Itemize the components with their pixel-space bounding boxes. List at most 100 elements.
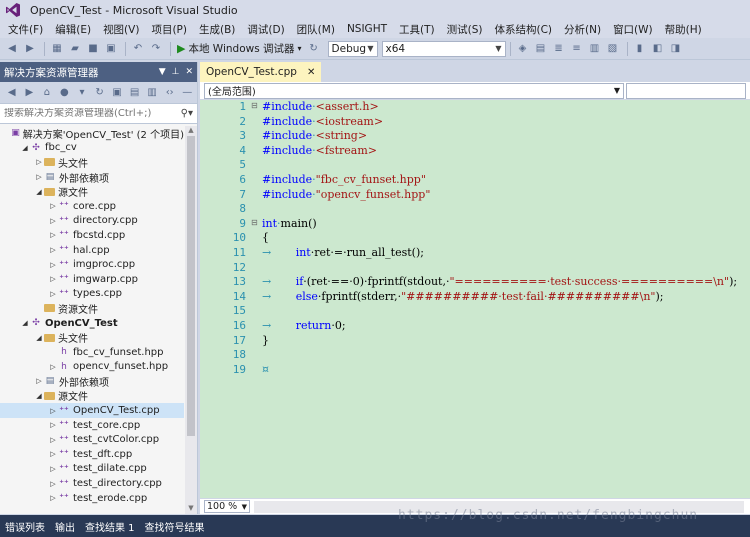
- expander-icon[interactable]: ▷: [48, 261, 58, 269]
- search-icon[interactable]: ⚲▾: [181, 108, 193, 119]
- show-all-files-icon[interactable]: ▥: [144, 85, 160, 101]
- bookmark-icon[interactable]: ▮: [632, 41, 648, 57]
- code-line[interactable]: [262, 304, 750, 319]
- expander-icon[interactable]: ▷: [34, 158, 44, 166]
- refresh-icon[interactable]: ↻: [306, 41, 322, 57]
- menu-item[interactable]: 调试(D): [241, 22, 290, 37]
- expander-icon[interactable]: ▷: [48, 290, 58, 298]
- menu-item[interactable]: 文件(F): [2, 22, 49, 37]
- bottom-tab[interactable]: 查找符号结果: [140, 519, 210, 534]
- expander-icon[interactable]: ▷: [48, 436, 58, 444]
- collapse-all-icon[interactable]: ▣: [109, 85, 125, 101]
- forward-icon[interactable]: ▶: [22, 41, 38, 57]
- code-line[interactable]: #include·<fstream>: [262, 144, 750, 159]
- menu-item[interactable]: 帮助(H): [659, 22, 708, 37]
- expander-icon[interactable]: ◢: [20, 144, 30, 152]
- tree-item[interactable]: ◢ 源文件: [0, 389, 184, 403]
- bottom-tab[interactable]: 查找结果 1: [80, 519, 140, 534]
- tree-item[interactable]: ▷ ⁺⁺ hal.cpp: [0, 243, 184, 258]
- tree-item[interactable]: ◢ 头文件: [0, 330, 184, 345]
- expander-icon[interactable]: ▷: [34, 377, 44, 385]
- start-debugging-button[interactable]: ▶ 本地 Windows 调试器 ▾: [177, 41, 302, 56]
- comment-icon[interactable]: ▥: [587, 41, 603, 57]
- solution-search[interactable]: ⚲▾: [0, 104, 197, 124]
- code-area[interactable]: 1 2 3 4 5 6 7 8 9 10 11 12 13 14 15 16 17 18 19 ⊟ ⊟ #inclu…: [200, 100, 750, 498]
- menu-item[interactable]: 窗口(W): [607, 22, 659, 37]
- expander-icon[interactable]: ▷: [48, 246, 58, 254]
- code-lines[interactable]: #include·<assert.h> #include·<iostream> #i…: [262, 100, 750, 498]
- code-line[interactable]: → int·ret·=·run_all_test();: [262, 246, 750, 261]
- expander-icon[interactable]: ▷: [34, 173, 44, 181]
- redo-icon[interactable]: ↷: [148, 41, 164, 57]
- tree-item[interactable]: ▷ ⁺⁺ test_directory.cpp: [0, 476, 184, 491]
- tree-item[interactable]: ▷ ⁺⁺ test_erode.cpp: [0, 491, 184, 506]
- code-icon[interactable]: ‹›: [162, 85, 178, 101]
- expander-icon[interactable]: ▷: [48, 202, 58, 210]
- menu-item[interactable]: 分析(N): [558, 22, 607, 37]
- close-icon[interactable]: ✕: [185, 67, 193, 77]
- expander-icon[interactable]: ▷: [48, 480, 58, 488]
- code-line[interactable]: ¤: [262, 363, 750, 378]
- menu-item[interactable]: 工具(T): [393, 22, 441, 37]
- outdent-icon[interactable]: ≡: [569, 41, 585, 57]
- tree-item[interactable]: ▷ ⁺⁺ test_core.cpp: [0, 418, 184, 433]
- undo-icon[interactable]: ↶: [130, 41, 146, 57]
- menu-item[interactable]: 视图(V): [97, 22, 145, 37]
- tree-item[interactable]: ▷ ▤ 外部依赖项: [0, 170, 184, 185]
- tree-item[interactable]: ▣ 解决方案'OpenCV_Test' (2 个项目): [0, 126, 184, 141]
- refresh-icon[interactable]: ↻: [92, 85, 108, 101]
- solution-scrollbar[interactable]: ▲ ▼: [185, 126, 197, 514]
- save-icon[interactable]: ■: [85, 41, 101, 57]
- scope-select[interactable]: (全局范围) ▼: [204, 82, 624, 99]
- menu-item[interactable]: 体系结构(C): [488, 22, 558, 37]
- menu-item[interactable]: NSIGHT: [341, 23, 393, 35]
- tree-item[interactable]: ◢ ✣ OpenCV_Test: [0, 316, 184, 331]
- tree-item[interactable]: ▷ ⁺⁺ imgproc.cpp: [0, 257, 184, 272]
- collapse-icon[interactable]: ⊟: [251, 101, 258, 110]
- tree-item[interactable]: ▷ ⁺⁺ imgwarp.cpp: [0, 272, 184, 287]
- tree-item[interactable]: ▷ ⁺⁺ types.cpp: [0, 287, 184, 302]
- tree-item[interactable]: ▷ ⁺⁺ test_dilate.cpp: [0, 462, 184, 477]
- zoom-select[interactable]: 100 % ▼: [204, 500, 250, 513]
- tree-item[interactable]: ▷ ⁺⁺ test_dft.cpp: [0, 447, 184, 462]
- tab-opencv-test-cpp[interactable]: OpenCV_Test.cpp ✕: [200, 62, 322, 82]
- code-line[interactable]: #include·"fbc_cv_funset.hpp": [262, 173, 750, 188]
- back-icon[interactable]: ◀: [4, 85, 20, 101]
- prev-bookmark-icon[interactable]: ◧: [650, 41, 666, 57]
- tree-item[interactable]: h fbc_cv_funset.hpp: [0, 345, 184, 360]
- code-line[interactable]: → else·fprintf(stderr,·"##########·test·…: [262, 290, 750, 305]
- scroll-up-icon[interactable]: ▲: [185, 126, 197, 136]
- expander-icon[interactable]: ▷: [48, 494, 58, 502]
- menu-item[interactable]: 团队(M): [291, 22, 341, 37]
- code-line[interactable]: [262, 202, 750, 217]
- scrollbar-thumb[interactable]: [187, 136, 195, 436]
- code-line[interactable]: [262, 261, 750, 276]
- tree-item[interactable]: ◢ 源文件: [0, 184, 184, 199]
- next-bookmark-icon[interactable]: ◨: [668, 41, 684, 57]
- forward-icon[interactable]: ▶: [22, 85, 38, 101]
- menu-item[interactable]: 项目(P): [145, 22, 193, 37]
- home-icon[interactable]: ⌂: [39, 85, 55, 101]
- switch-view-icon[interactable]: ●: [57, 85, 73, 101]
- dropdown-icon[interactable]: ▼: [159, 67, 166, 77]
- expander-icon[interactable]: ◢: [34, 392, 44, 400]
- configuration-select[interactable]: Debug ▼: [327, 40, 378, 57]
- bottom-tab[interactable]: 输出: [50, 519, 80, 534]
- tree-item[interactable]: ▷ ▤ 外部依赖项: [0, 374, 184, 389]
- uncomment-icon[interactable]: ▧: [605, 41, 621, 57]
- member-select[interactable]: [626, 82, 746, 99]
- code-line[interactable]: #include·<iostream>: [262, 115, 750, 130]
- expander-icon[interactable]: ◢: [20, 319, 30, 327]
- code-line[interactable]: {: [262, 231, 750, 246]
- find-in-files-icon[interactable]: ◈: [515, 41, 531, 57]
- code-line[interactable]: #include·"opencv_funset.hpp": [262, 188, 750, 203]
- expander-icon[interactable]: ◢: [34, 334, 44, 342]
- close-icon[interactable]: ✕: [307, 67, 315, 78]
- tree-item[interactable]: ◢ ✣ fbc_cv: [0, 141, 184, 156]
- new-project-icon[interactable]: ▦: [49, 41, 65, 57]
- expander-icon[interactable]: ▷: [48, 465, 58, 473]
- expander-icon[interactable]: ▷: [48, 217, 58, 225]
- sync-icon[interactable]: ▾: [74, 85, 90, 101]
- tree-item[interactable]: ▷ ⁺⁺ fbcstd.cpp: [0, 228, 184, 243]
- menu-item[interactable]: 编辑(E): [49, 22, 97, 37]
